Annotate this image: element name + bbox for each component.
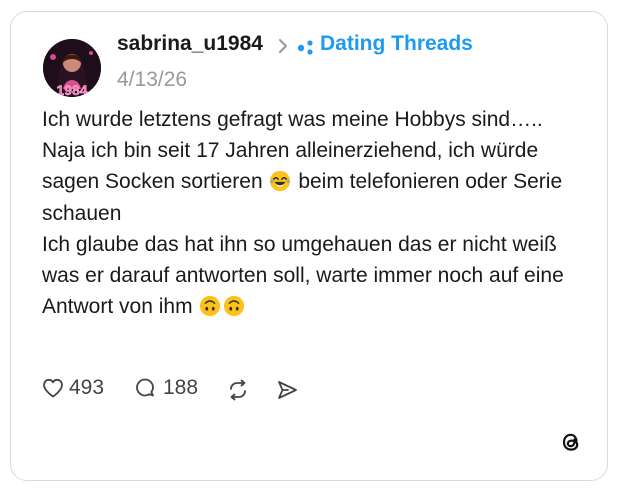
topic-icon [297,40,313,55]
repost-icon[interactable] [226,378,250,402]
avatar-image: 1984 [43,39,101,97]
avatar-text: 1984 [56,82,87,97]
reply-count: 188 [163,376,199,399]
tears-of-joy-emoji-icon [270,171,291,192]
like-count: 493 [69,376,105,399]
threads-logo-icon[interactable] [559,430,583,454]
heart-icon [43,378,63,398]
like-button[interactable]: 493 [41,376,104,400]
chevron-right-icon [279,39,287,53]
author-username[interactable]: sabrina_u1984 [117,32,263,56]
share-icon[interactable] [275,378,299,402]
upside-down-face-emoji-icon [224,296,245,317]
reply-icon [136,378,154,397]
reply-button[interactable]: 188 [133,376,198,400]
post-card[interactable]: 1984 sabrina_u1984 Dating Threads 4/13/2… [10,11,608,481]
topic-tag[interactable]: Dating Threads [320,32,473,56]
post-text: Ich wurde letztens gefragt was meine Hob… [42,104,582,322]
avatar[interactable]: 1984 [43,39,101,97]
upside-down-face-emoji-icon [200,296,221,317]
post-date: 4/13/26 [117,68,188,91]
